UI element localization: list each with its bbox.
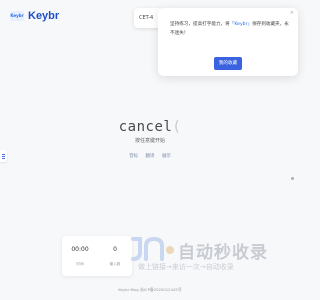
stat-time: 00:00 时间 (65, 246, 95, 267)
option-translation[interactable]: 翻译 (146, 154, 155, 159)
scroll-dot (291, 177, 294, 180)
stat-time-label: 时间 (76, 262, 84, 266)
option-display[interactable]: 展示 (162, 154, 171, 159)
typed-text: cancel (118, 119, 173, 135)
close-icon[interactable]: × (290, 10, 294, 16)
bookmark-popup: × 坚持练习，提高打字能力，将「Keybr」保存到收藏夹，永不迷失！ 我的收藏 (158, 8, 298, 76)
popup-message: 坚持练习，提高打字能力，将「Keybr」保存到收藏夹，永不迷失！ (170, 20, 290, 38)
start-hint: 按任意键开始 (134, 138, 165, 144)
footer: Keybr Blog 浙ICP备2020012445号 (118, 287, 182, 292)
popup-text-before: 坚持练习，提高打字能力，将 (170, 22, 230, 27)
typing-word[interactable]: cancel( (0, 119, 300, 135)
logo[interactable]: Keybr Keybr (10, 10, 59, 22)
watermark-subtitle: 做上链接→来访一次→自动收录 (138, 263, 234, 271)
stat-count-value: 0 (113, 246, 117, 253)
stat-time-value: 00:00 (71, 246, 89, 253)
bookmark-button[interactable]: 我的收藏 (214, 57, 242, 70)
option-phonetic[interactable]: 音标 (129, 154, 138, 159)
stats-panel: 00:00 时间 0 输入数 (62, 236, 132, 276)
watermark-logo-icon (131, 236, 174, 261)
practice-options: 音标 翻译 展示 (0, 153, 300, 159)
watermark: 自动秒收录 做上链接→来访一次→自动收录 (130, 236, 290, 276)
stat-count-label: 输入数 (109, 262, 121, 266)
cursor-glyph: ( (172, 119, 182, 135)
watermark-title: 自动秒收录 (178, 243, 268, 263)
popup-site-link[interactable]: 「Keybr」 (230, 22, 252, 27)
stat-count: 0 输入数 (100, 246, 130, 267)
logo-badge: Keybr (10, 11, 24, 21)
logo-text: Keybr (28, 10, 60, 22)
